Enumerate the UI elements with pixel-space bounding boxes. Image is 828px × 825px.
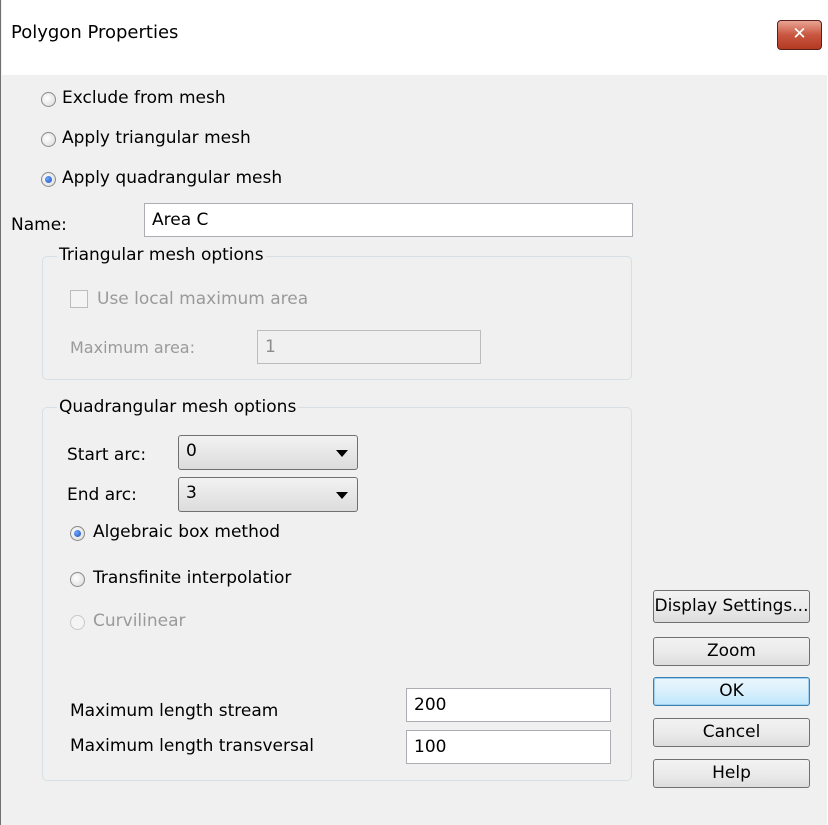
apply-quadrangular-mesh-label[interactable]: Apply quadrangular mesh — [62, 168, 282, 188]
help-button[interactable]: Help — [653, 759, 810, 788]
curvilinear-label: Curvilinear — [93, 611, 186, 631]
maximum-area-label: Maximum area: — [70, 338, 195, 357]
transfinite-interpolation-label[interactable]: Transfinite interpolatior — [93, 568, 291, 588]
zoom-button[interactable]: Zoom — [653, 637, 810, 666]
cancel-button[interactable]: Cancel — [653, 718, 810, 747]
use-local-maximum-area-label: Use local maximum area — [97, 289, 309, 309]
maximum-area-input: 1 — [257, 330, 481, 364]
display-settings-button[interactable]: Display Settings... — [653, 590, 810, 623]
maximum-length-transversal-label: Maximum length transversal — [70, 736, 314, 756]
end-arc-label: End arc: — [67, 485, 137, 505]
maximum-length-stream-label: Maximum length stream — [70, 701, 279, 721]
maximum-length-stream-input[interactable]: 200 — [406, 688, 611, 722]
start-arc-dropdown[interactable]: 0 — [178, 435, 358, 470]
title-bar: Polygon Properties ✕ — [2, 0, 828, 75]
polygon-properties-dialog: Polygon Properties ✕ Exclude from mesh A… — [0, 0, 828, 825]
quadrangular-mesh-options-legend: Quadrangular mesh options — [57, 397, 299, 417]
apply-triangular-mesh-radio[interactable] — [41, 132, 56, 147]
curvilinear-radio — [70, 615, 85, 630]
algebraic-box-method-radio[interactable] — [70, 526, 85, 541]
end-arc-value: 3 — [186, 483, 197, 503]
ok-button[interactable]: OK — [653, 677, 810, 706]
chevron-down-icon — [336, 492, 348, 499]
window-title: Polygon Properties — [11, 22, 179, 43]
start-arc-value: 0 — [186, 441, 197, 461]
triangular-mesh-options-legend: Triangular mesh options — [57, 245, 266, 265]
apply-quadrangular-mesh-radio[interactable] — [41, 172, 56, 187]
apply-triangular-mesh-label[interactable]: Apply triangular mesh — [62, 128, 251, 148]
chevron-down-icon — [336, 450, 348, 457]
start-arc-label: Start arc: — [67, 445, 147, 465]
exclude-from-mesh-radio[interactable] — [41, 92, 56, 107]
close-button[interactable]: ✕ — [777, 20, 822, 50]
exclude-from-mesh-label[interactable]: Exclude from mesh — [62, 88, 226, 108]
maximum-length-transversal-input[interactable]: 100 — [406, 730, 611, 764]
algebraic-box-method-label[interactable]: Algebraic box method — [93, 522, 280, 542]
name-label: Name: — [11, 215, 67, 235]
transfinite-interpolation-radio[interactable] — [70, 572, 85, 587]
end-arc-dropdown[interactable]: 3 — [178, 477, 358, 512]
name-input[interactable]: Area C — [144, 203, 633, 237]
use-local-maximum-area-checkbox — [70, 290, 88, 308]
